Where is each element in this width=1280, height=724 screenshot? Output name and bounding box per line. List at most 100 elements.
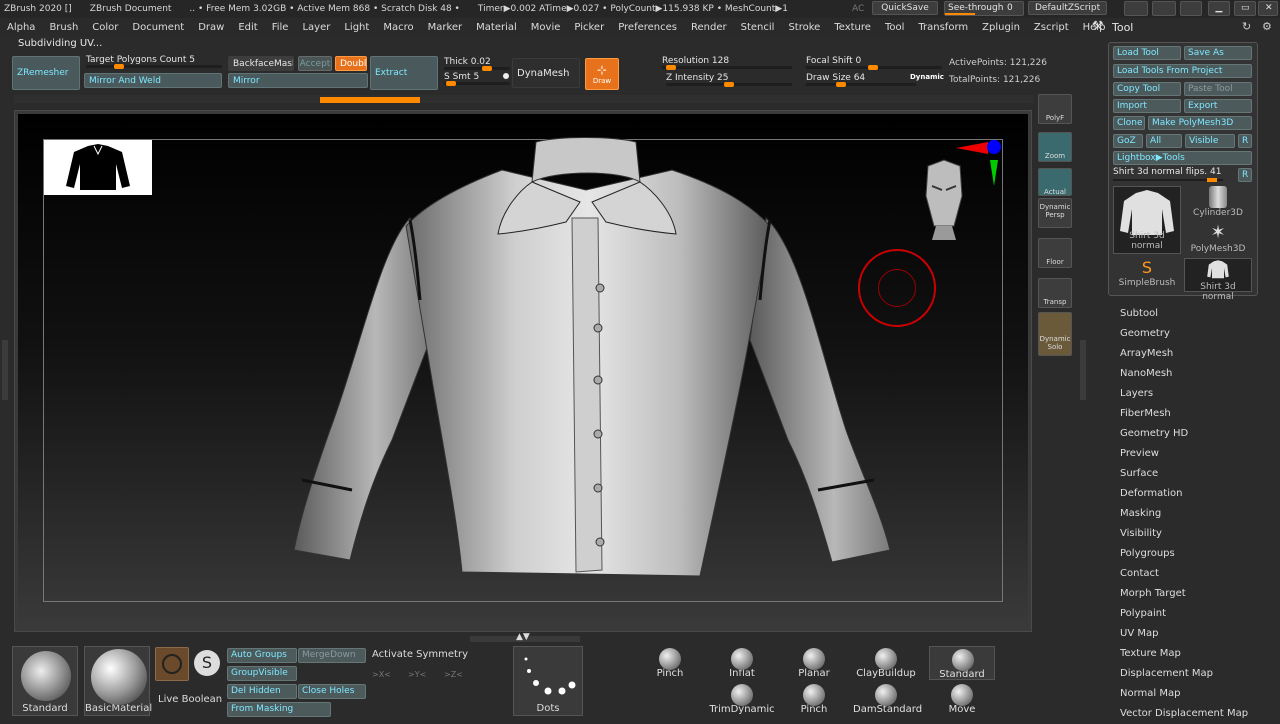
brush-pinch-button[interactable]: Pinch <box>637 646 703 680</box>
focal-shift-slider[interactable]: Focal Shift 0 <box>806 56 942 70</box>
tool-thumb-cylinder[interactable]: Cylinder3D <box>1184 186 1252 222</box>
submenu-morph-target[interactable]: Morph Target <box>1120 584 1248 604</box>
menu-stencil[interactable]: Stencil <box>734 22 782 33</box>
load-tool-button[interactable]: Load Tool <box>1113 46 1181 60</box>
menu-layer[interactable]: Layer <box>295 22 337 33</box>
axis-gizmo-icon[interactable] <box>952 138 1004 190</box>
tool-thumb-simplebrush[interactable]: S SimpleBrush <box>1113 258 1181 292</box>
submenu-displacement-map[interactable]: Displacement Map <box>1120 664 1248 684</box>
draw-size-slider[interactable]: Draw Size 64 <box>806 73 916 87</box>
menu-light[interactable]: Light <box>337 22 376 33</box>
auto-groups-button[interactable]: Auto Groups <box>227 648 297 663</box>
current-tool-slider[interactable]: Shirt 3d normal flips. 41 <box>1113 167 1233 182</box>
symmetry-s-icon[interactable]: S <box>194 650 220 676</box>
navigator-thumbnail[interactable] <box>44 140 152 195</box>
material-swatch[interactable]: BasicMaterial <box>84 646 152 716</box>
left-tray-handle[interactable] <box>2 340 8 400</box>
menu-preferences[interactable]: Preferences <box>611 22 684 33</box>
mirror-button[interactable]: Mirror <box>228 73 368 88</box>
submenu-uv-map[interactable]: UV Map <box>1120 624 1248 644</box>
submenu-polygroups[interactable]: Polygroups <box>1120 544 1248 564</box>
submenu-layers[interactable]: Layers <box>1120 384 1248 404</box>
submenu-vector-displacement-map[interactable]: Vector Displacement Map <box>1120 704 1248 724</box>
sym-y-toggle[interactable]: >Y< <box>408 670 426 679</box>
live-boolean-button[interactable] <box>155 647 189 681</box>
menu-brush[interactable]: Brush <box>42 22 85 33</box>
close-icon[interactable]: ✕ <box>1258 1 1278 16</box>
menu-edit[interactable]: Edit <box>231 22 264 33</box>
menu-alpha[interactable]: Alpha <box>0 22 42 33</box>
menus-icon[interactable] <box>1152 1 1176 16</box>
z-intensity-slider[interactable]: Z Intensity 25 <box>666 73 792 87</box>
menu-tool[interactable]: Tool <box>878 22 911 33</box>
submenu-fibermesh[interactable]: FiberMesh <box>1120 404 1248 424</box>
tool-thumb-shirt[interactable]: Shirt 3d normal <box>1184 258 1252 302</box>
submenu-normal-map[interactable]: Normal Map <box>1120 684 1248 704</box>
submenu-geometry[interactable]: Geometry <box>1120 324 1248 344</box>
menu-color[interactable]: Color <box>85 22 125 33</box>
load-tools-from-project-button[interactable]: Load Tools From Project <box>1113 64 1252 78</box>
menu-zplugin[interactable]: Zplugin <box>975 22 1027 33</box>
accept-button[interactable]: Accept <box>298 56 332 71</box>
submenu-nanomesh[interactable]: NanoMesh <box>1120 364 1248 384</box>
persp-button[interactable]: Dynamic Persp <box>1038 198 1072 228</box>
sym-z-toggle[interactable]: >Z< <box>444 670 463 679</box>
minimize-icon[interactable]: ▁ <box>1208 1 1230 16</box>
menu-movie[interactable]: Movie <box>524 22 568 33</box>
menu-material[interactable]: Material <box>469 22 524 33</box>
solo-button[interactable]: Dynamic Solo <box>1038 312 1072 356</box>
target-polygons-slider[interactable]: Target Polygons Count 5 <box>86 55 222 69</box>
menu-zscript[interactable]: Zscript <box>1027 22 1076 33</box>
right-tray-handle[interactable] <box>1080 340 1086 400</box>
brush-trimdynamic-button[interactable]: TrimDynamic <box>709 682 775 716</box>
actual-button[interactable]: Actual <box>1038 168 1072 196</box>
double-button[interactable]: Double <box>335 56 367 71</box>
submenu-visibility[interactable]: Visibility <box>1120 524 1248 544</box>
zoom-button[interactable]: Zoom <box>1038 132 1072 162</box>
all-button[interactable]: All <box>1146 134 1182 148</box>
brush-planar-button[interactable]: Planar <box>781 646 847 680</box>
backface-mask-button[interactable]: BackfaceMask <box>228 56 294 71</box>
palette-settings-icon[interactable]: ⚙ <box>1262 20 1272 33</box>
brush-claybuildup-button[interactable]: ClayBuildup <box>853 646 919 680</box>
floor-button[interactable]: Floor <box>1038 238 1072 268</box>
submenu-masking[interactable]: Masking <box>1120 504 1248 524</box>
quicksave-button[interactable]: QuickSave <box>872 1 938 15</box>
menu-render[interactable]: Render <box>684 22 734 33</box>
brush-damstandard-button[interactable]: DamStandard <box>853 682 922 716</box>
menu-texture[interactable]: Texture <box>827 22 878 33</box>
draw-button[interactable]: ⊹ Draw <box>585 58 619 90</box>
clone-button[interactable]: Clone <box>1113 116 1145 130</box>
palette-icon[interactable] <box>1180 1 1202 16</box>
close-holes-button[interactable]: Close Holes <box>298 684 366 699</box>
activate-symmetry-label[interactable]: Activate Symmetry <box>372 649 468 660</box>
make-polymesh3d-button[interactable]: Make PolyMesh3D <box>1148 116 1252 130</box>
dynamesh-button[interactable]: DynaMesh <box>512 58 580 88</box>
submenu-geometry-hd[interactable]: Geometry HD <box>1120 424 1248 444</box>
dynamic-toggle[interactable]: Dynamic <box>910 73 944 81</box>
brush-move-button[interactable]: Move <box>929 682 995 716</box>
visible-button[interactable]: Visible <box>1185 134 1235 148</box>
import-button[interactable]: Import <box>1113 99 1181 113</box>
submenu-surface[interactable]: Surface <box>1120 464 1248 484</box>
menu-marker[interactable]: Marker <box>421 22 470 33</box>
extract-button[interactable]: Extract <box>370 56 438 90</box>
tool-thumb-shirt-selected[interactable]: Shirt 3d normal <box>1113 186 1181 254</box>
mirror-and-weld-button[interactable]: Mirror And Weld <box>84 73 222 88</box>
submenu-contact[interactable]: Contact <box>1120 564 1248 584</box>
brush-inflat-button[interactable]: Inflat <box>709 646 775 680</box>
menu-stroke[interactable]: Stroke <box>781 22 827 33</box>
menu-draw[interactable]: Draw <box>191 22 231 33</box>
from-masking-button[interactable]: From Masking <box>227 702 331 717</box>
submenu-subtool[interactable]: Subtool <box>1120 304 1248 324</box>
menu-document[interactable]: Document <box>125 22 191 33</box>
s-smt-slider[interactable]: S Smt 5 <box>444 72 510 86</box>
shirt-model[interactable] <box>280 130 920 590</box>
submenu-arraymesh[interactable]: ArrayMesh <box>1120 344 1248 364</box>
transp-button[interactable]: Transp <box>1038 278 1072 308</box>
paste-tool-button[interactable]: Paste Tool <box>1184 82 1252 96</box>
submenu-texture-map[interactable]: Texture Map <box>1120 644 1248 664</box>
brush-standard-swatch[interactable]: Standard <box>12 646 78 716</box>
sym-x-toggle[interactable]: >X< <box>372 670 391 679</box>
brush-pinch-button[interactable]: Pinch <box>781 682 847 716</box>
